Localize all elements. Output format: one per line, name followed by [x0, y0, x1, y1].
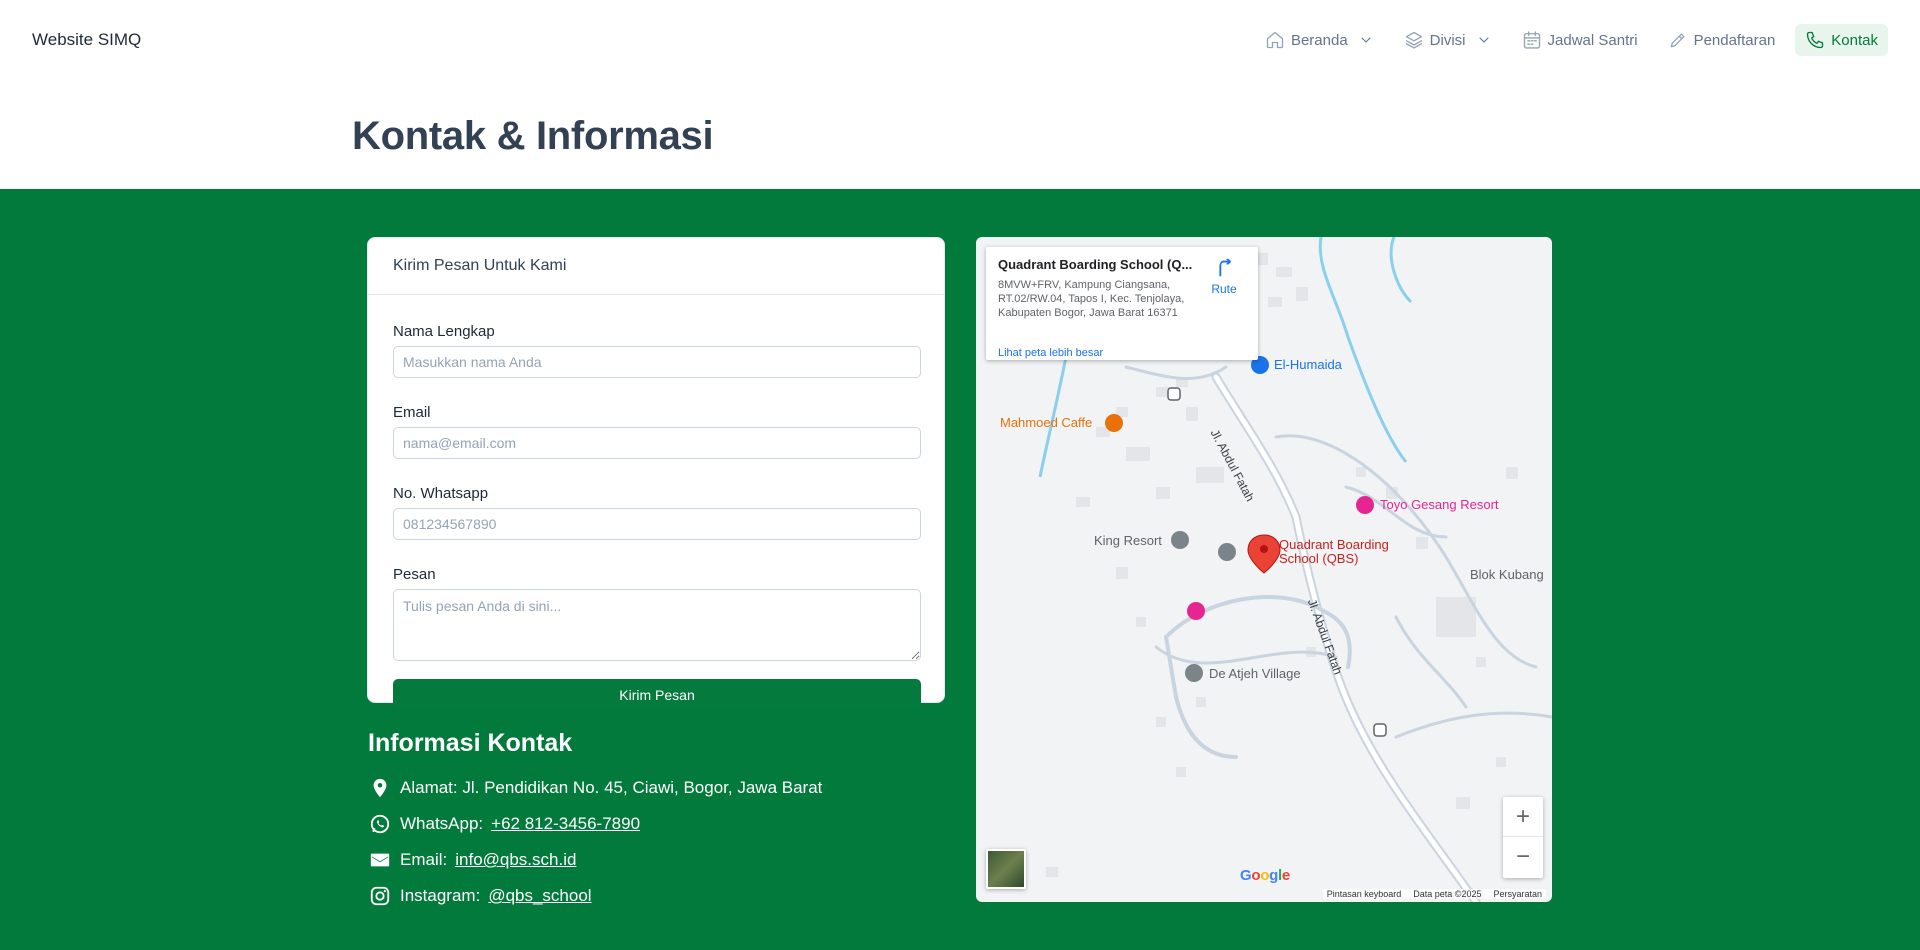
send-message-button[interactable]: Kirim Pesan	[393, 679, 921, 710]
map-place-blok-kubang: Blok Kubang	[1470, 567, 1544, 582]
map-place-de-atjeh-village[interactable]: De Atjeh Village	[1209, 666, 1301, 681]
contact-section	[0, 189, 1920, 950]
nav-item-label: Beranda	[1290, 31, 1348, 49]
page-title: Kontak & Informasi	[352, 114, 714, 158]
embedded-map[interactable]: El-Humaida Mahmoed Caffe Toyo Gesang Res…	[976, 237, 1552, 902]
instagram-label: Instagram:	[400, 886, 481, 905]
nav-item-kontak[interactable]: Kontak	[1795, 24, 1888, 56]
email-link[interactable]: info@qbs.sch.id	[455, 850, 576, 870]
whatsapp-link[interactable]: +62 812-3456-7890	[491, 814, 640, 834]
nav-item-label: Kontak	[1831, 31, 1878, 49]
pencil-icon	[1670, 33, 1685, 48]
whatsapp-input[interactable]	[393, 508, 921, 540]
calendar-icon	[1523, 31, 1540, 49]
instagram-row: Instagram: @qbs_school	[368, 878, 822, 914]
google-logo: Google	[1240, 867, 1290, 884]
contact-form: Nama Lengkap Email No. Whatsapp Pesan Ki…	[368, 323, 944, 710]
map-place-el-humaida[interactable]: El-Humaida	[1274, 357, 1342, 372]
layers-icon	[1405, 31, 1422, 49]
chevron-down-icon	[1361, 37, 1371, 43]
map-zoom-control: + −	[1503, 797, 1543, 878]
address-row: Alamat: Jl. Pendidikan No. 45, Ciawi, Bo…	[368, 770, 822, 806]
map-data-text: Data peta ©2025	[1413, 889, 1482, 899]
contact-info-list: Alamat: Jl. Pendidikan No. 45, Ciawi, Bo…	[368, 770, 822, 914]
map-place-toyo-gesang[interactable]: Toyo Gesang Resort	[1380, 497, 1499, 512]
message-textarea[interactable]	[393, 589, 921, 661]
map-place-qbs-line1[interactable]: Quadrant Boarding	[1279, 538, 1389, 552]
instagram-link[interactable]: @qbs_school	[488, 886, 591, 906]
whatsapp-icon	[368, 812, 392, 836]
location-pin-icon	[368, 776, 392, 800]
contact-info-title: Informasi Kontak	[368, 729, 573, 757]
satellite-layer-toggle[interactable]	[986, 849, 1026, 889]
map-attribution: Pintasan keyboard Data peta ©2025 Persya…	[1322, 889, 1546, 899]
map-card-address: 8MVW+FRV, Kampung Ciangsana, RT.02/RW.04…	[998, 279, 1185, 319]
whatsapp-label: WhatsApp:	[400, 814, 484, 833]
card-header: Kirim Pesan Untuk Kami	[368, 238, 944, 295]
view-larger-map-link[interactable]: Lihat peta lebih besar	[998, 347, 1103, 359]
name-label: Nama Lengkap	[393, 323, 495, 340]
phone-icon	[1807, 31, 1824, 49]
email-label-text: Email:	[400, 850, 448, 869]
email-label: Email	[393, 404, 431, 421]
whatsapp-row: WhatsApp: +62 812-3456-7890	[368, 806, 822, 842]
contact-form-card: Kirim Pesan Untuk Kami Nama Lengkap Emai…	[367, 237, 945, 710]
map-place-card: Quadrant Boarding School (Q... 8MVW+FRV,…	[986, 247, 1258, 360]
address-text: Alamat: Jl. Pendidikan No. 45, Ciawi, Bo…	[400, 778, 823, 797]
nav-item-divisi[interactable]: Divisi	[1394, 24, 1502, 56]
nav-item-pendaftaran[interactable]: Pendaftaran	[1658, 24, 1786, 56]
brand-name[interactable]: Website SIMQ	[32, 30, 141, 50]
home-icon	[1266, 31, 1284, 49]
name-input[interactable]	[393, 346, 921, 378]
terms-link[interactable]: Persyaratan	[1493, 889, 1542, 899]
mail-icon	[368, 848, 392, 872]
main-nav: Beranda Divisi Jadwal Santri Pendaftaran…	[1255, 24, 1888, 56]
navbar: Website SIMQ Beranda Divisi Jadwal Santr…	[0, 0, 1920, 80]
nav-item-label: Pendaftaran	[1693, 31, 1776, 49]
message-label: Pesan	[393, 566, 436, 583]
nav-item-beranda[interactable]: Beranda	[1255, 24, 1384, 56]
map-place-qbs-line2[interactable]: School (QBS)	[1279, 552, 1358, 566]
directions-label: Rute	[1211, 282, 1237, 296]
email-input[interactable]	[393, 427, 921, 459]
keyboard-shortcuts-link[interactable]: Pintasan keyboard	[1327, 889, 1402, 899]
whatsapp-label: No. Whatsapp	[393, 485, 489, 502]
zoom-in-button[interactable]: +	[1503, 797, 1543, 837]
map-card-title: Quadrant Boarding School (Q...	[998, 257, 1193, 272]
directions-icon	[1219, 258, 1232, 277]
nav-item-jadwal-santri[interactable]: Jadwal Santri	[1512, 24, 1648, 56]
directions-button[interactable]: Rute	[1204, 257, 1244, 296]
map-place-mahmoed-caffe[interactable]: Mahmoed Caffe	[1000, 415, 1092, 430]
instagram-icon	[368, 884, 392, 908]
email-row: Email: info@qbs.sch.id	[368, 842, 822, 878]
nav-item-label: Divisi	[1429, 31, 1466, 49]
zoom-out-button[interactable]: −	[1503, 837, 1543, 877]
nav-item-label: Jadwal Santri	[1547, 31, 1638, 49]
map-place-king-resort[interactable]: King Resort	[1094, 533, 1162, 548]
chevron-down-icon	[1478, 37, 1489, 43]
